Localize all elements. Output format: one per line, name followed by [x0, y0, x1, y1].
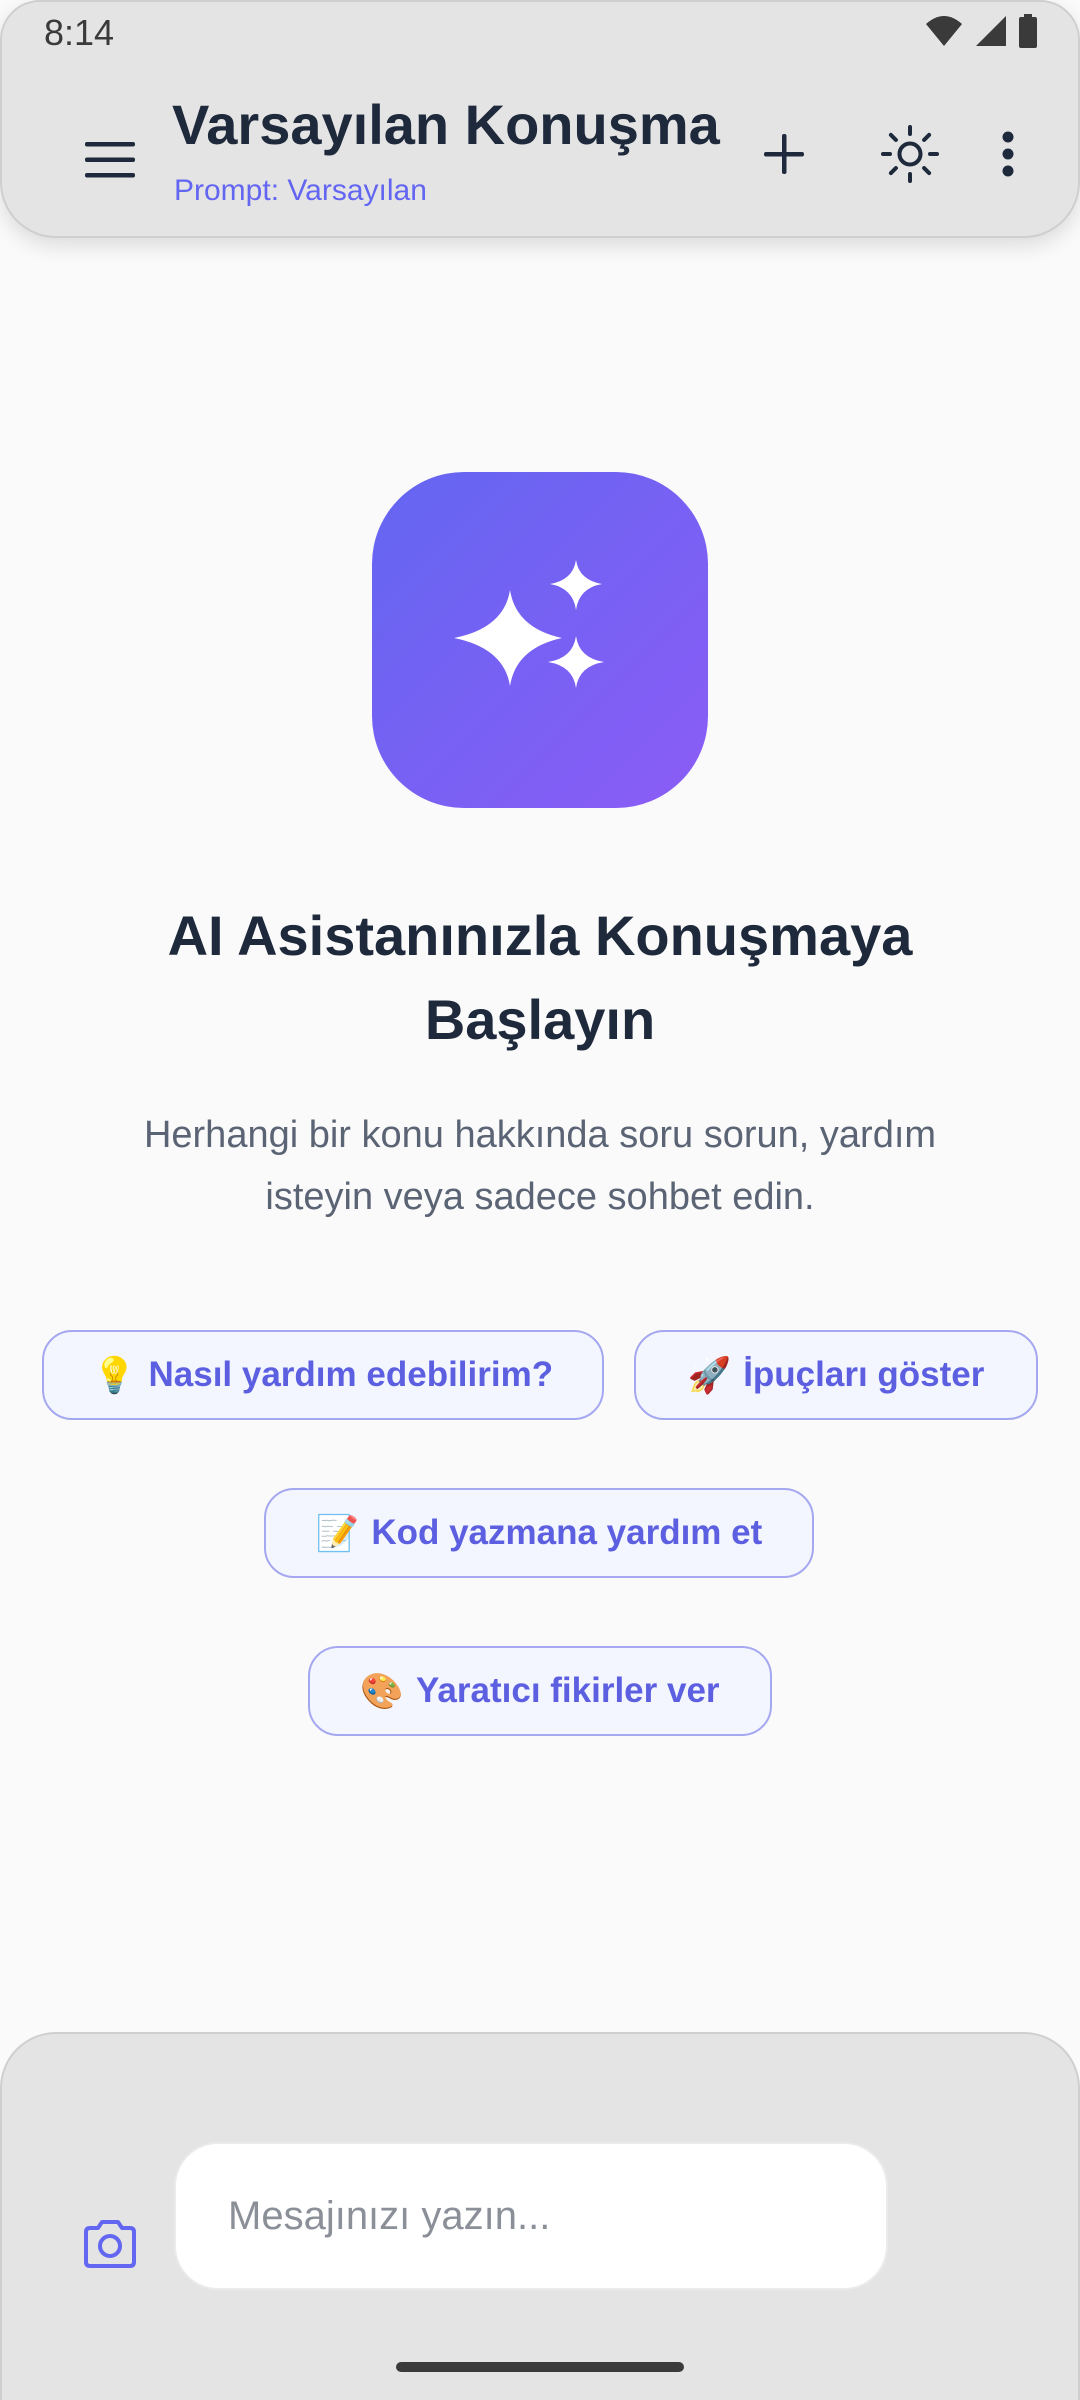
suggestion-chip-help[interactable]: 💡 Nasıl yardım edebilirim?	[42, 1330, 604, 1420]
top-app-bar: 8:14 Varsayılan Konuşma Prompt: Varsayıl…	[0, 0, 1080, 238]
welcome-heading-line-2: Başlayın	[424, 988, 656, 1051]
camera-icon	[84, 2220, 136, 2268]
menu-icon	[85, 142, 135, 178]
sparkles-icon	[454, 560, 604, 688]
suggestion-label: Yaratıcı fikirler ver	[416, 1671, 720, 1710]
welcome-heading: AI Asistanınızla Konuşmaya Başlayın	[0, 894, 1080, 1062]
welcome-description-line-2: isteyin veya sadece sohbet edin.	[265, 1176, 815, 1218]
assistant-logo	[372, 472, 708, 808]
more-vert-icon	[1002, 131, 1014, 177]
plus-icon	[764, 134, 804, 174]
welcome-description: Herhangi bir konu hakkında soru sorun, y…	[80, 1104, 1000, 1228]
signal-icon	[976, 16, 1006, 46]
new-chat-button[interactable]	[744, 114, 824, 194]
status-icons	[924, 14, 1038, 48]
sun-icon	[881, 125, 939, 183]
rocket-icon: 🚀	[687, 1355, 732, 1395]
theme-toggle-button[interactable]	[870, 114, 950, 194]
suggestion-label: İpuçları göster	[743, 1355, 985, 1394]
welcome-heading-line-1: AI Asistanınızla Konuşmaya	[167, 904, 913, 967]
wifi-icon	[926, 16, 962, 46]
status-time: 8:14	[44, 12, 115, 53]
palette-icon: 🎨	[360, 1671, 405, 1711]
suggestion-chip-ideas[interactable]: 🎨 Yaratıcı fikirler ver	[308, 1646, 772, 1736]
suggestion-label: Kod yazmana yardım et	[371, 1513, 763, 1552]
memo-icon: 📝	[315, 1513, 360, 1553]
lightbulb-icon: 💡	[92, 1355, 137, 1395]
more-options-button[interactable]	[968, 114, 1048, 194]
camera-button[interactable]	[72, 2206, 148, 2282]
message-composer	[0, 2032, 1080, 2400]
home-indicator[interactable]	[396, 2362, 684, 2372]
welcome-description-line-1: Herhangi bir konu hakkında soru sorun, y…	[143, 1114, 937, 1156]
message-input[interactable]	[174, 2142, 888, 2290]
suggestion-label: Nasıl yardım edebilirim?	[148, 1355, 554, 1394]
menu-button[interactable]	[72, 122, 148, 198]
prompt-subtitle[interactable]: Prompt: Varsayılan	[174, 174, 427, 208]
battery-icon	[1019, 14, 1037, 48]
conversation-title[interactable]: Varsayılan Konuşma	[172, 92, 720, 157]
suggestion-chip-tips[interactable]: 🚀 İpuçları göster	[634, 1330, 1038, 1420]
suggestion-chip-code[interactable]: 📝 Kod yazmana yardım et	[264, 1488, 814, 1578]
